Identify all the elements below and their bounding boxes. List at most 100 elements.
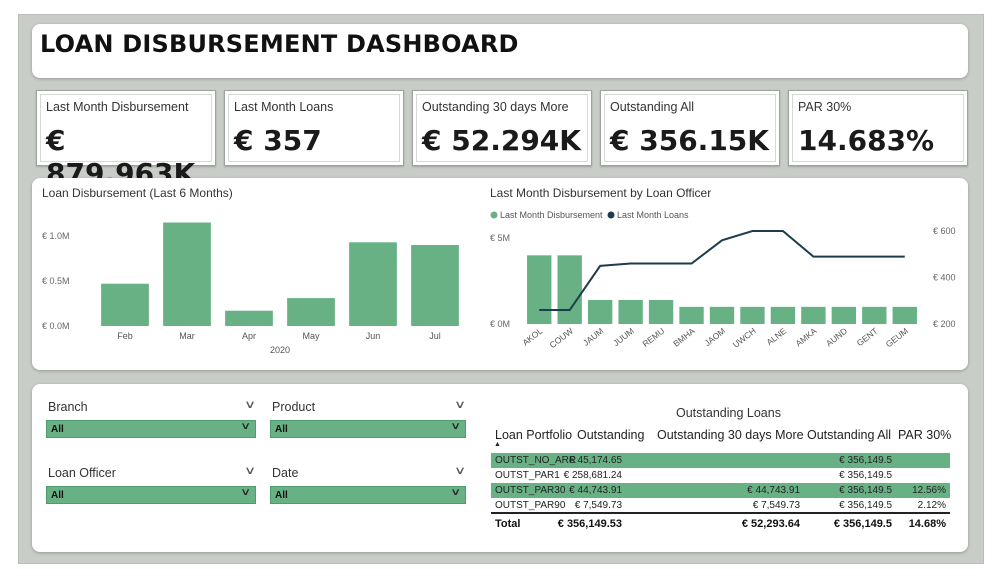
kpi-card-outstanding-all[interactable]: Outstanding All € 356.15K [600,90,780,166]
loans-line-series [539,230,905,312]
bar-jun[interactable] [349,242,397,326]
right-y-tick-label: € 200 [933,319,956,329]
bar-jul[interactable] [411,245,459,326]
bar-mar[interactable] [163,222,211,327]
cell-outstanding-all: € 356,149.5 [839,470,892,481]
legend-label-loans: Last Month Loans [617,210,689,220]
bar-alne[interactable] [770,306,796,324]
bar-remu[interactable] [648,299,674,324]
legend-dot-disbursement [490,211,498,219]
x-tick-label: JUUM [611,326,636,348]
column-header-outstanding-all[interactable]: Outstanding All [807,428,891,442]
bar-may[interactable] [287,298,335,326]
x-tick-label: ALNE [764,326,788,348]
bar-bmha[interactable] [679,306,704,324]
kpi-value: € 356.15K [610,124,769,157]
bar-akol[interactable] [527,255,552,324]
left-y-tick-label: € 0M [490,319,510,329]
disbursement-by-officer-chart[interactable]: Last Month Disbursement Last Month Loans €… [484,203,964,363]
legend-label-disbursement: Last Month Disbursement [500,210,603,220]
cell-outstanding: € 258,681.24 [563,470,622,481]
slicer-value: All [51,490,64,501]
bar-apr[interactable] [225,310,273,326]
x-tick-label: AMKA [793,325,818,348]
x-tick-label: Feb [117,331,133,341]
table-row[interactable]: OUTST_PAR90 € 7,549.73 € 7,549.73 € 356,… [491,498,950,513]
disbursement-6-months-chart[interactable]: € 0.0M € 0.5M € 1.0M Feb Mar Apr May Jun Jul 2020 [36,205,476,360]
column-header-par-30[interactable]: PAR 30% [898,428,951,442]
chevron-down-icon[interactable]: ∨ [454,398,466,411]
chevron-down-icon[interactable]: ∨ [454,464,466,477]
x-tick-label: Mar [179,331,195,341]
chevron-down-icon[interactable]: ∨ [244,464,256,477]
legend-dot-loans [607,211,615,219]
bar-couw[interactable] [557,255,582,324]
table-row[interactable]: OUTST_PAR30 € 44,743.91 € 44,743.91 € 35… [491,483,950,498]
slicer-dropdown[interactable]: All ∨ [46,486,256,504]
chevron-down-icon[interactable]: ∨ [450,487,461,498]
total-outstanding-30: € 52,293.64 [741,518,800,530]
x-tick-label: REMU [640,326,666,349]
title-card: LOAN DISBURSEMENT DASHBOARD [32,24,968,78]
kpi-label: PAR 30% [798,100,852,114]
column-header-loan-portfolio[interactable]: Loan Portfolio [495,428,572,442]
x-tick-label: GENT [855,326,880,348]
cell-loan-portfolio: OUTST_PAR90 [495,500,566,511]
cell-outstanding: € 44,743.91 [569,485,622,496]
bar-juum[interactable] [618,299,643,324]
cell-par-30: 2.12% [917,500,946,511]
bar-uwch[interactable] [740,306,765,324]
slicer-dropdown[interactable]: All ∨ [46,420,256,438]
bar-jaum[interactable] [587,299,613,324]
kpi-card-par-30[interactable]: PAR 30% 14.683% [788,90,968,166]
kpi-card-last-month-loans[interactable]: Last Month Loans € 357 [224,90,404,166]
bar-amka[interactable] [801,306,826,324]
sort-ascending-icon[interactable]: ▲ [494,441,501,448]
x-axis-title: 2020 [270,345,290,355]
chevron-down-icon[interactable]: ∨ [244,398,256,411]
table-total-row: Total € 356,149.53 € 52,293.64 € 356,149… [491,516,950,532]
kpi-value: € 357 [234,124,322,157]
chevron-down-icon[interactable]: ∨ [240,421,251,432]
x-tick-label: Jun [366,331,381,341]
kpi-card-outstanding-30-days[interactable]: Outstanding 30 days More € 52.294K [412,90,592,166]
x-tick-label: May [302,331,320,341]
cell-loan-portfolio: OUTST_PAR30 [495,485,566,496]
column-header-outstanding-30[interactable]: Outstanding 30 days More [657,428,804,442]
chart1-title: Loan Disbursement (Last 6 Months) [42,186,233,200]
total-divider [491,512,950,514]
column-header-outstanding[interactable]: Outstanding [577,428,644,442]
kpi-label: Last Month Disbursement [46,100,189,114]
kpi-value: 14.683% [798,124,935,157]
table-row[interactable]: OUTST_NO_ARR € 45,174.65 € 356,149.5 [491,453,950,468]
x-tick-label: AKOL [520,326,544,348]
slicer-value: All [275,424,288,435]
total-outstanding-all: € 356,149.5 [833,518,892,530]
table-row[interactable]: OUTST_PAR1 € 258,681.24 € 356,149.5 [491,468,950,483]
x-tick-label: JAOM [702,326,727,348]
kpi-card-last-month-disbursement[interactable]: Last Month Disbursement € 879.963K [36,90,216,190]
bar-geum[interactable] [892,306,917,324]
cell-loan-portfolio: OUTST_NO_ARR [495,455,577,466]
slicer-label: Product [272,400,316,414]
total-outstanding: € 356,149.53 [557,518,622,530]
dashboard-title: LOAN DISBURSEMENT DASHBOARD [40,30,519,58]
kpi-label: Outstanding 30 days More [422,100,569,114]
chart2-title: Last Month Disbursement by Loan Officer [490,186,712,200]
kpi-label: Outstanding All [610,100,695,114]
chevron-down-icon[interactable]: ∨ [450,421,461,432]
y-tick-label: € 1.0M [42,231,70,241]
bar-jaom[interactable] [709,306,735,324]
kpi-label: Last Month Loans [234,100,334,114]
cell-outstanding-all: € 356,149.5 [839,500,892,511]
chevron-down-icon[interactable]: ∨ [240,487,251,498]
cell-outstanding: € 45,174.65 [569,455,622,466]
bar-gent[interactable] [862,306,887,324]
x-tick-label: COUW [548,326,575,350]
bar-aund[interactable] [831,306,857,324]
slicer-dropdown[interactable]: All ∨ [270,486,466,504]
bar-feb[interactable] [101,283,149,326]
cell-outstanding-30: € 44,743.91 [747,485,800,496]
slicer-dropdown[interactable]: All ∨ [270,420,466,438]
cell-loan-portfolio: OUTST_PAR1 [495,470,560,481]
